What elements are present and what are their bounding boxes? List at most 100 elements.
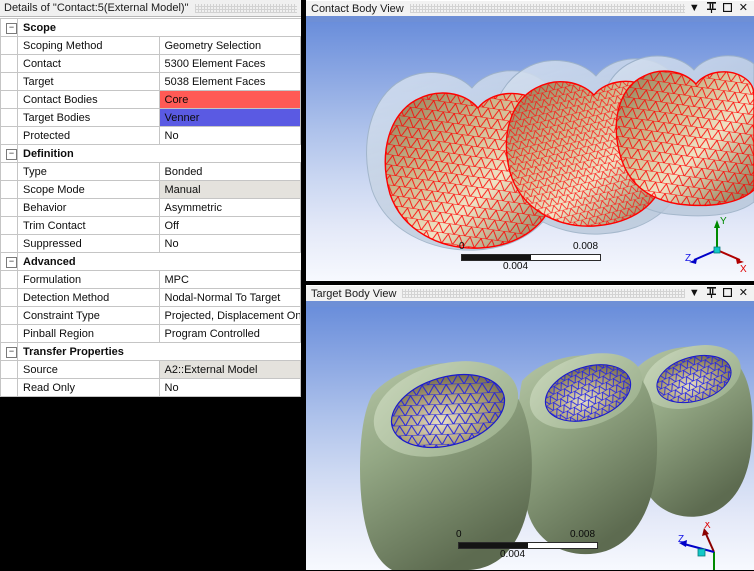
- contact-view-axis-triad[interactable]: Y X Z: [684, 214, 750, 274]
- property-value-cell[interactable]: Off: [159, 217, 301, 235]
- property-row[interactable]: Scoping MethodGeometry Selection: [1, 37, 301, 55]
- property-row[interactable]: Contact BodiesCore: [1, 91, 301, 109]
- property-row[interactable]: BehaviorAsymmetric: [1, 199, 301, 217]
- svg-text:Z: Z: [678, 534, 684, 545]
- row-indent-cell: [1, 361, 18, 379]
- collapse-icon[interactable]: −: [6, 347, 17, 358]
- property-row[interactable]: Detection MethodNodal-Normal To Target: [1, 289, 301, 307]
- target-view-axis-triad[interactable]: Y X Z: [678, 522, 744, 570]
- scale-label-min: 0: [456, 529, 462, 540]
- property-row[interactable]: TypeBonded: [1, 163, 301, 181]
- row-indent-cell: [1, 289, 18, 307]
- property-row[interactable]: Pinball RegionProgram Controlled: [1, 325, 301, 343]
- property-value-cell[interactable]: Projected, Displacement Only: [159, 307, 301, 325]
- target-body-view-window-controls: ▼ ✕: [689, 287, 754, 301]
- property-row[interactable]: Constraint TypeProjected, Displacement O…: [1, 307, 301, 325]
- row-indent-cell: [1, 91, 18, 109]
- row-indent-cell: [1, 163, 18, 181]
- property-row[interactable]: Scope ModeManual: [1, 181, 301, 199]
- property-value-cell[interactable]: Bonded: [159, 163, 301, 181]
- details-panel-titlebar[interactable]: Details of "Contact:5(External Model)": [0, 0, 301, 17]
- details-panel: Details of "Contact:5(External Model)" −…: [0, 0, 301, 570]
- property-value-cell[interactable]: No: [159, 127, 301, 145]
- property-name-cell: Detection Method: [18, 289, 160, 307]
- row-indent-cell: [1, 307, 18, 325]
- property-name-cell: Contact: [18, 55, 160, 73]
- contact-body-view-title: Contact Body View: [311, 3, 404, 15]
- svg-text:X: X: [704, 522, 711, 531]
- property-name-cell: Formulation: [18, 271, 160, 289]
- property-value-cell[interactable]: Geometry Selection: [159, 37, 301, 55]
- contact-body-view-titlebar[interactable]: Contact Body View ▼ ✕: [306, 0, 754, 16]
- property-row[interactable]: Target BodiesVenner: [1, 109, 301, 127]
- property-value-cell[interactable]: MPC: [159, 271, 301, 289]
- contact-view-scale-ruler: 0 0.004 0.008: [461, 254, 601, 261]
- property-value-cell[interactable]: 5300 Element Faces: [159, 55, 301, 73]
- pin-icon[interactable]: [707, 287, 716, 301]
- property-name-cell: Scoping Method: [18, 37, 160, 55]
- chevron-down-icon[interactable]: ▼: [689, 3, 700, 14]
- group-expander-cell: −: [1, 145, 18, 163]
- close-icon[interactable]: ✕: [739, 288, 748, 299]
- property-row[interactable]: Target5038 Element Faces: [1, 73, 301, 91]
- row-indent-cell: [1, 55, 18, 73]
- collapse-icon[interactable]: −: [6, 149, 17, 160]
- property-name-cell: Type: [18, 163, 160, 181]
- property-name-cell: Target Bodies: [18, 109, 160, 127]
- collapse-icon[interactable]: −: [6, 257, 17, 268]
- property-name-cell: Read Only: [18, 379, 160, 397]
- scale-label-min: 0: [459, 241, 465, 252]
- target-body-viewport[interactable]: 0 0.004 0.008 Y X Z: [306, 307, 754, 570]
- property-value-cell[interactable]: Venner: [159, 109, 301, 127]
- scale-label-max: 0.008: [573, 241, 598, 252]
- property-row[interactable]: FormulationMPC: [1, 271, 301, 289]
- group-expander-cell: −: [1, 19, 18, 37]
- row-indent-cell: [1, 325, 18, 343]
- property-group-row: −Transfer Properties: [1, 343, 301, 361]
- property-value-cell[interactable]: 5038 Element Faces: [159, 73, 301, 91]
- chevron-down-icon[interactable]: ▼: [689, 288, 700, 299]
- row-indent-cell: [1, 379, 18, 397]
- row-indent-cell: [1, 199, 18, 217]
- group-expander-cell: −: [1, 253, 18, 271]
- svg-text:Z: Z: [685, 253, 691, 264]
- contact-body-view-window-controls: ▼ ✕: [689, 2, 754, 16]
- ansys-mechanical-window: Details of "Contact:5(External Model)" −…: [0, 0, 754, 570]
- close-icon[interactable]: ✕: [739, 3, 748, 14]
- scale-bar: [461, 254, 601, 261]
- row-indent-cell: [1, 127, 18, 145]
- maximize-icon[interactable]: [723, 3, 732, 15]
- collapse-icon[interactable]: −: [6, 23, 17, 34]
- scale-label-mid: 0.004: [500, 549, 525, 560]
- property-row[interactable]: SourceA2::External Model: [1, 361, 301, 379]
- drag-grip-icon: [410, 4, 685, 13]
- property-value-cell[interactable]: Program Controlled: [159, 325, 301, 343]
- property-name-cell: Suppressed: [18, 235, 160, 253]
- property-row[interactable]: Trim ContactOff: [1, 217, 301, 235]
- row-indent-cell: [1, 109, 18, 127]
- property-row[interactable]: SuppressedNo: [1, 235, 301, 253]
- pin-icon[interactable]: [707, 2, 716, 16]
- property-group-label: Transfer Properties: [18, 343, 301, 361]
- property-name-cell: Scope Mode: [18, 181, 160, 199]
- property-row[interactable]: Contact5300 Element Faces: [1, 55, 301, 73]
- maximize-icon[interactable]: [723, 288, 732, 300]
- drag-grip-icon: [195, 4, 298, 13]
- property-name-cell: Protected: [18, 127, 160, 145]
- target-body-view-titlebar[interactable]: Target Body View ▼ ✕: [306, 285, 754, 301]
- property-value-cell[interactable]: Manual: [159, 181, 301, 199]
- property-value-cell[interactable]: Asymmetric: [159, 199, 301, 217]
- property-value-cell[interactable]: Nodal-Normal To Target: [159, 289, 301, 307]
- property-value-cell[interactable]: A2::External Model: [159, 361, 301, 379]
- property-value-cell[interactable]: No: [159, 379, 301, 397]
- contact-body-viewport[interactable]: 0 0.004 0.008 Y X Z: [306, 22, 754, 281]
- property-row[interactable]: ProtectedNo: [1, 127, 301, 145]
- property-value-cell[interactable]: Core: [159, 91, 301, 109]
- drag-grip-icon: [402, 289, 684, 298]
- property-group-row: −Scope: [1, 19, 301, 37]
- property-value-cell[interactable]: No: [159, 235, 301, 253]
- scale-bar-fill: [462, 255, 531, 260]
- property-row[interactable]: Read OnlyNo: [1, 379, 301, 397]
- row-indent-cell: [1, 235, 18, 253]
- scale-label-mid: 0.004: [503, 261, 528, 272]
